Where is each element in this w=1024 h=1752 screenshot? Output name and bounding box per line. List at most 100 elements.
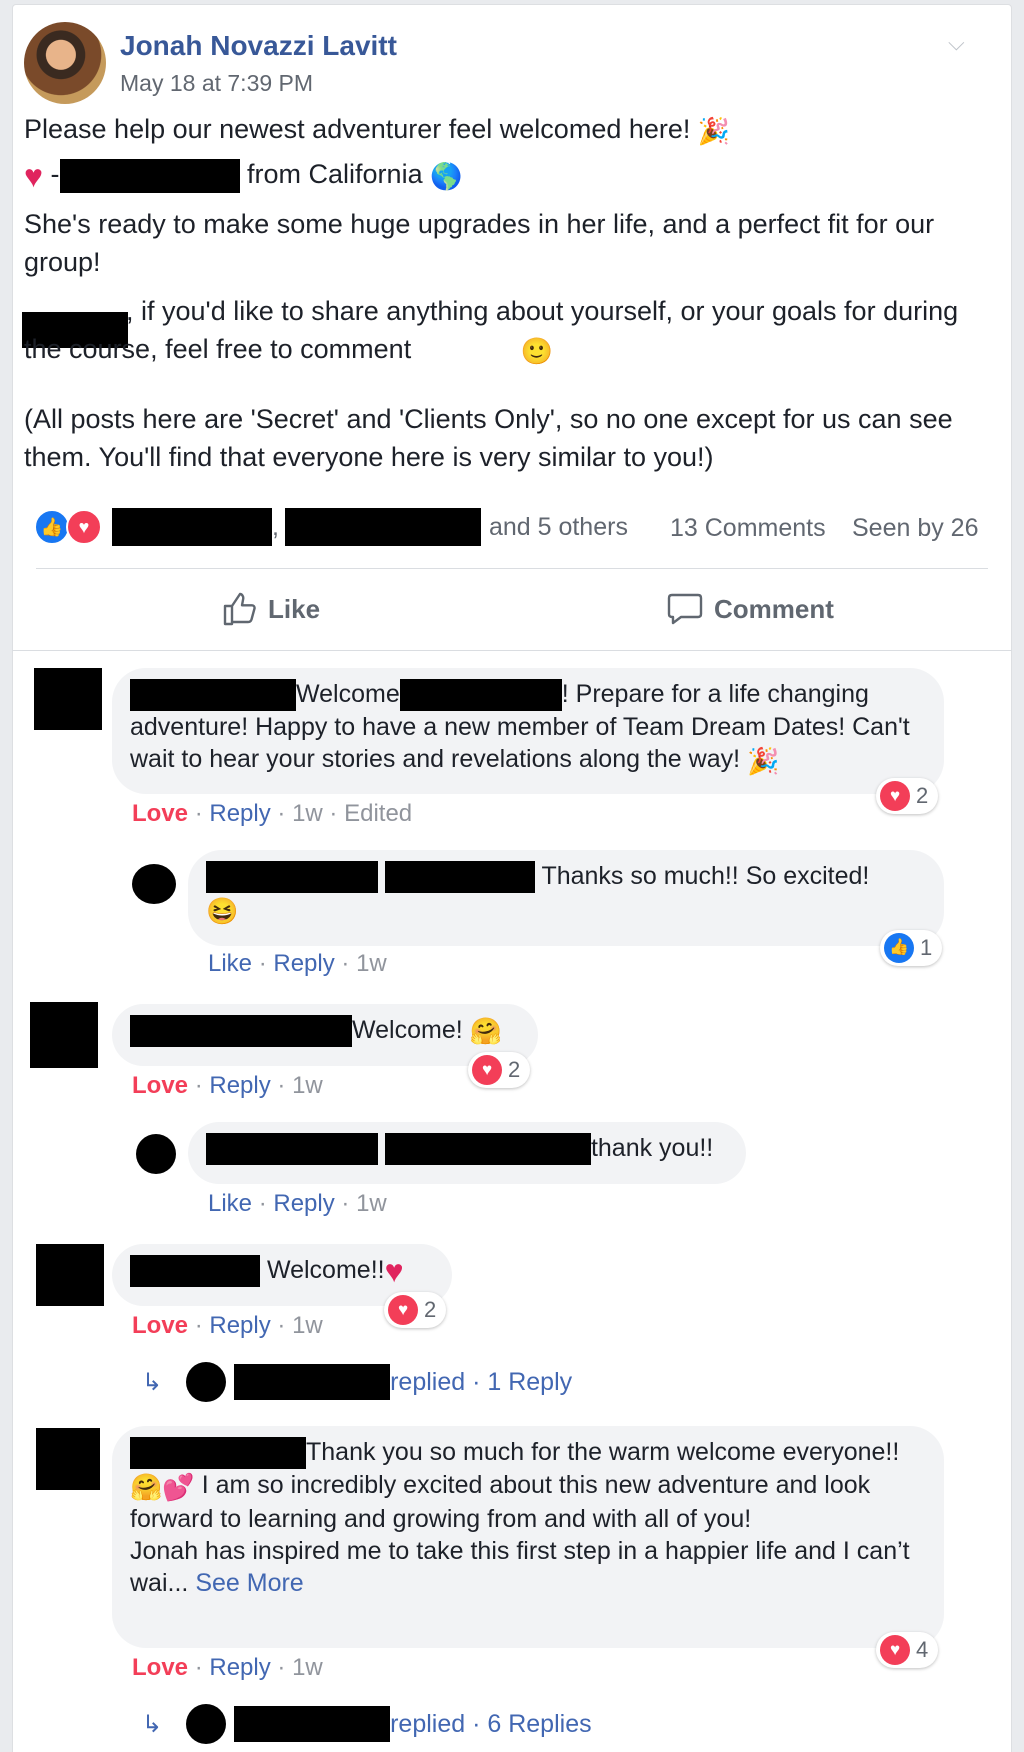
separator: · <box>194 1312 203 1339</box>
like-label: Like <box>268 593 321 624</box>
post-timestamp[interactable]: May 18 at 7:39 PM <box>120 70 313 97</box>
separator: · <box>258 1190 267 1217</box>
comment-text: thank you!! <box>590 1134 714 1162</box>
post-text-1: Please help our newest adventurer feel w… <box>24 114 691 144</box>
view-replies-link[interactable]: ↳ replied · 1 Reply <box>142 1362 572 1402</box>
party-popper-icon: 🎉 <box>697 115 731 146</box>
red-heart-icon: ♥ <box>384 1253 404 1290</box>
redacted-name <box>234 1364 391 1400</box>
redacted-name <box>112 508 272 546</box>
reply-arrow-icon: ↳ <box>142 1710 163 1738</box>
comment-meta: Love · Reply · 1w <box>132 1072 323 1100</box>
separator: · <box>194 800 203 827</box>
speech-bubble-icon <box>667 593 703 625</box>
reaction-count: 1 <box>920 935 933 960</box>
redacted-name <box>234 1706 391 1742</box>
love-reaction-icon: ♥ <box>880 781 910 811</box>
reaction-count: 2 <box>916 783 929 808</box>
redacted-name <box>206 861 378 894</box>
like-button[interactable]: Like <box>222 592 320 626</box>
separator: · <box>341 950 350 977</box>
comment-bubble: Thank you so much for the warm welcome e… <box>112 1426 944 1648</box>
summary-comma: , <box>272 512 279 541</box>
hugging-face-icon: 🤗 <box>130 1471 163 1502</box>
redacted-name <box>130 1015 352 1048</box>
replies-count: replied · 6 Replies <box>390 1709 592 1738</box>
love-link[interactable]: Love <box>132 800 188 827</box>
comment-time[interactable]: 1w <box>292 1312 323 1339</box>
replier-avatar[interactable] <box>132 864 176 904</box>
separator: · <box>277 1654 286 1681</box>
replies-count: replied · 1 Reply <box>390 1367 573 1396</box>
comment-text: Thanks so much!! So excited! <box>541 862 870 890</box>
replier-avatar <box>186 1704 227 1744</box>
redacted-name <box>130 1437 306 1470</box>
reaction-count: 4 <box>916 1637 929 1662</box>
comment-time[interactable]: 1w <box>292 1072 323 1099</box>
post-line-1: Please help our newest adventurer feel w… <box>24 110 984 150</box>
comment-text: Welcome!! <box>266 1256 385 1284</box>
seen-count[interactable]: Seen by 26 <box>852 514 979 543</box>
separator: · <box>194 1072 203 1099</box>
post-line-5: (All posts here are 'Secret' and 'Client… <box>24 404 953 472</box>
separator: · <box>194 1654 203 1681</box>
comments-count[interactable]: 13 Comments <box>670 514 826 543</box>
reactors-others[interactable]: and 5 others <box>489 513 628 542</box>
see-more-link[interactable]: See More <box>195 1569 303 1597</box>
separator: · <box>277 1072 286 1099</box>
comment-reaction-count[interactable]: ♥ 2 <box>876 778 939 814</box>
edited-label[interactable]: Edited <box>344 800 412 827</box>
author-name[interactable]: Jonah Novazzi Lavitt <box>120 30 397 62</box>
redacted-name <box>206 1133 378 1166</box>
commenter-avatar[interactable] <box>30 1002 98 1068</box>
love-reaction-icon: ♥ <box>66 509 102 545</box>
commenter-avatar[interactable] <box>36 1428 100 1490</box>
like-link[interactable]: Like <box>208 950 252 977</box>
love-reaction-icon: ♥ <box>880 1635 910 1665</box>
comment-meta: Like · Reply · 1w <box>208 950 387 978</box>
globe-icon: 🌎 <box>430 160 463 191</box>
comment-text: Welcome <box>296 680 400 708</box>
love-link[interactable]: Love <box>132 1654 188 1681</box>
reply-link[interactable]: Reply <box>209 1072 270 1099</box>
reply-arrow-icon: ↳ <box>142 1368 163 1396</box>
commenter-avatar[interactable] <box>36 1244 104 1306</box>
reply-link[interactable]: Reply <box>273 1190 334 1217</box>
comment-reaction-count[interactable]: ♥ 2 <box>468 1052 531 1088</box>
love-link[interactable]: Love <box>132 1312 188 1339</box>
reply-link[interactable]: Reply <box>209 800 270 827</box>
reaction-summary[interactable]: 👍 ♥ , and 5 others <box>34 508 628 546</box>
comment-time[interactable]: 1w <box>292 800 323 827</box>
comment-bubble: thank you!! <box>188 1122 746 1184</box>
comment-time[interactable]: 1w <box>356 950 387 977</box>
comment-time[interactable]: 1w <box>356 1190 387 1217</box>
reply-link[interactable]: Reply <box>209 1654 270 1681</box>
view-replies-link[interactable]: ↳ replied · 6 Replies <box>142 1704 592 1744</box>
comment-reaction-count[interactable]: ♥ 2 <box>384 1292 447 1328</box>
reply-link[interactable]: Reply <box>209 1312 270 1339</box>
separator: · <box>329 800 338 827</box>
comment-button[interactable]: Comment <box>666 592 834 626</box>
replier-avatar[interactable] <box>136 1134 176 1174</box>
comment-bubble: Thanks so much!! So excited! 😆 <box>188 850 944 946</box>
love-reaction-icon: ♥ <box>472 1055 502 1085</box>
commenter-avatar[interactable] <box>34 668 102 730</box>
comment-text: I am so incredibly excited about this ne… <box>130 1471 871 1533</box>
comment-meta: Love · Reply · 1w <box>132 1312 323 1340</box>
chevron-down-icon[interactable]: ⌵ <box>948 30 970 55</box>
author-avatar[interactable] <box>24 22 106 104</box>
comment-reaction-count[interactable]: ♥ 4 <box>876 1632 939 1668</box>
comment-time[interactable]: 1w <box>292 1654 323 1681</box>
redacted-name <box>130 1255 260 1288</box>
location-text: from California <box>247 159 423 189</box>
post-line-3: She's ready to make some huge upgrades i… <box>24 209 935 277</box>
replier-avatar <box>186 1362 227 1402</box>
dash-text: - <box>50 159 60 189</box>
love-link[interactable]: Love <box>132 1072 188 1099</box>
comment-reaction-count[interactable]: 👍 1 <box>880 930 943 966</box>
like-reaction-icon: 👍 <box>884 933 914 963</box>
separator: · <box>341 1190 350 1217</box>
separator: · <box>277 1312 286 1339</box>
like-link[interactable]: Like <box>208 1190 252 1217</box>
reply-link[interactable]: Reply <box>273 950 334 977</box>
